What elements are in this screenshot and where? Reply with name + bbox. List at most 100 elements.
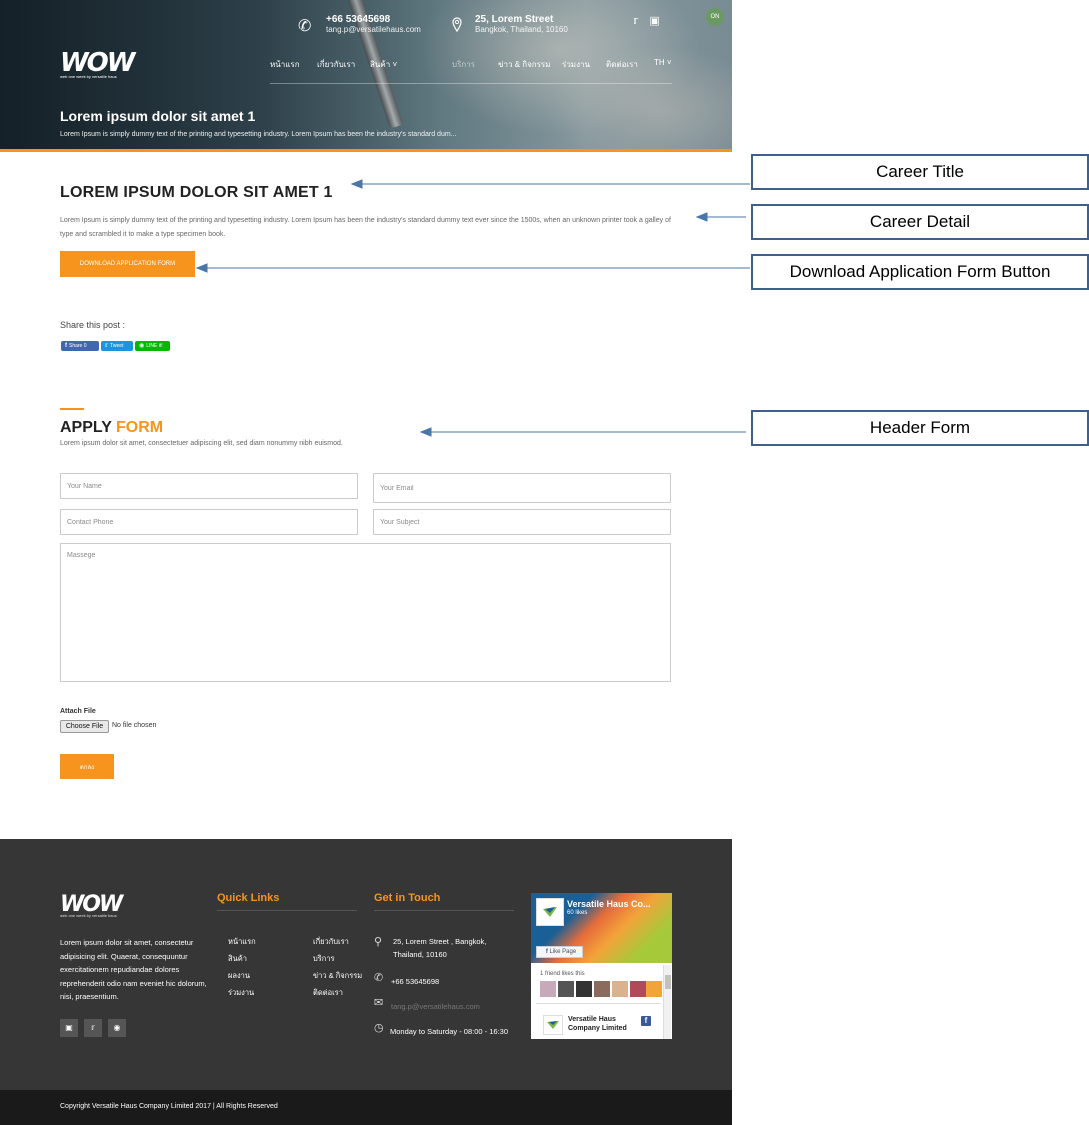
nav-item-contact[interactable]: ติดต่อเรา — [606, 58, 638, 71]
footer-hours: Monday to Saturday - 08:00 - 16:30 — [390, 1027, 508, 1036]
message-textarea[interactable] — [60, 543, 671, 682]
line-share-label: LINE it! — [146, 343, 163, 349]
nav-item-home[interactable]: หน้าแรก — [270, 58, 300, 71]
footer-link-portfolio[interactable]: ผลงาน — [228, 970, 250, 982]
facebook-share-label: Share 0 — [69, 343, 87, 349]
twitter-icon: 𝕣 — [105, 343, 109, 349]
header-address-line1: 25, Lorem Street — [475, 14, 554, 25]
instagram-icon[interactable]: ▣ — [649, 15, 659, 27]
phone-input[interactable] — [60, 509, 358, 535]
footer-logo[interactable]: WOW web one week by versatile haus — [60, 892, 123, 918]
facebook-like-page-button[interactable]: f Like Page — [536, 946, 583, 958]
footer-link-about[interactable]: เกี่ยวกับเรา — [313, 936, 349, 948]
download-application-form-button[interactable]: DOWNLOAD APPLICATION FORM — [60, 251, 195, 277]
career-detail: Lorem Ipsum is simply dummy text of the … — [60, 217, 671, 238]
hero-subtitle: Lorem Ipsum is simply dummy text of the … — [60, 131, 457, 138]
form-subtitle: Lorem ipsum dolor sit amet, consectetuer… — [60, 440, 343, 447]
header-email[interactable]: tang.p@versatilehaus.com — [326, 25, 421, 34]
envelope-icon: ✉ — [374, 997, 384, 1009]
twitter-icon[interactable]: 𝕣 — [84, 1019, 102, 1037]
header-phone-block: +66 53645698 tang.p@versatilehaus.com — [326, 14, 421, 34]
footer-address: 25, Lorem Street , Bangkok, Thailand, 10… — [393, 935, 486, 961]
user-badge[interactable]: ON — [706, 8, 724, 26]
annotation-career-detail: Career Detail — [751, 204, 1089, 240]
clock-icon: ◷ — [374, 1022, 384, 1034]
copyright-bar: Copyright Versatile Haus Company Limited… — [0, 1090, 732, 1125]
friend-avatar[interactable] — [612, 981, 628, 997]
facebook-post-author[interactable]: Versatile Haus Company Limited — [568, 1015, 643, 1033]
facebook-friend-text: 1 friend likes this — [540, 971, 585, 977]
facebook-icon[interactable]: f — [641, 1016, 651, 1026]
instagram-icon[interactable]: ▣ — [60, 1019, 78, 1037]
facebook-widget-scrollbar[interactable] — [663, 965, 671, 1039]
choose-file-button[interactable]: Choose File — [60, 720, 109, 733]
facebook-page-avatar[interactable] — [536, 898, 564, 926]
nav-language-label: TH — [654, 58, 665, 67]
company-logo-icon — [543, 907, 557, 917]
tweet-label: Tweet — [110, 343, 124, 349]
annotation-download-button: Download Application Form Button — [751, 254, 1089, 290]
form-title-part1: APPLY — [60, 419, 117, 436]
twitter-icon[interactable]: 𝕣 — [633, 15, 638, 27]
nav-item-about[interactable]: เกี่ยวกับเรา — [317, 58, 355, 71]
footer-link-contact[interactable]: ติดต่อเรา — [313, 987, 343, 999]
nav-item-language[interactable]: TH ˅ — [654, 58, 672, 67]
email-input[interactable] — [373, 473, 671, 503]
footer-link-careers[interactable]: ร่วมงาน — [228, 987, 254, 999]
friend-avatar[interactable] — [558, 981, 574, 997]
hero-banner: WOW web one week by versatile haus ✆ +66… — [0, 0, 732, 152]
apply-form-header: APPLY FORM — [60, 419, 163, 437]
location-pin-icon — [452, 17, 462, 33]
no-file-text: No file chosen — [112, 722, 157, 729]
footer-link-products[interactable]: สินค้า — [228, 953, 247, 965]
friend-avatar[interactable] — [630, 981, 646, 997]
facebook-page-name[interactable]: Versatile Haus Co... — [567, 899, 651, 909]
phone-icon: ✆ — [374, 972, 384, 984]
friend-avatar[interactable] — [594, 981, 610, 997]
header-address-block: 25, Lorem Street Bangkok, Thailand, 1016… — [475, 14, 568, 34]
website-page: WOW web one week by versatile haus ✆ +66… — [0, 0, 732, 1125]
facebook-page-widget[interactable]: Versatile Haus Co... 60 likes f Like Pag… — [531, 893, 672, 1039]
footer-logo-tagline: web one week by versatile haus — [60, 913, 117, 918]
line-icon[interactable]: ◉ — [108, 1019, 126, 1037]
share-label: Share this post : — [60, 320, 126, 330]
friend-avatar[interactable] — [576, 981, 592, 997]
site-logo[interactable]: WOW web one week by versatile haus — [60, 48, 135, 79]
company-logo-icon — [547, 1021, 559, 1029]
facebook-post-avatar[interactable] — [543, 1015, 563, 1035]
scrollbar-thumb[interactable] — [665, 975, 671, 989]
subject-input[interactable] — [373, 509, 671, 535]
site-footer: WOW web one week by versatile haus Lorem… — [0, 839, 732, 1090]
tweet-button[interactable]: 𝕣 Tweet — [101, 341, 133, 351]
footer-email[interactable]: tang.p@versatilehaus.com — [391, 1000, 480, 1013]
header-address-line2: Bangkok, Thailand, 10160 — [475, 25, 568, 34]
get-in-touch-divider — [374, 910, 514, 911]
like-page-label: Like Page — [549, 949, 577, 955]
form-accent-line — [60, 408, 84, 410]
facebook-divider — [536, 1003, 661, 1004]
nav-item-news[interactable]: ข่าว & กิจกรรม — [498, 58, 550, 71]
facebook-icon: f — [65, 343, 67, 349]
copyright-text: Copyright Versatile Haus Company Limited… — [60, 1103, 278, 1110]
nav-item-careers[interactable]: ร่วมงาน — [562, 58, 590, 71]
friend-avatar[interactable] — [540, 981, 556, 997]
line-share-button[interactable]: ◉ LINE it! — [135, 341, 170, 351]
footer-link-news[interactable]: ข่าว & กิจกรรม — [313, 970, 362, 982]
facebook-share-button[interactable]: f Share 0 — [61, 341, 99, 351]
chevron-down-icon: ˅ — [666, 58, 672, 67]
nav-item-services[interactable]: บริการ — [452, 58, 475, 71]
submit-button[interactable]: ตกลง — [60, 754, 114, 779]
footer-address-line1: 25, Lorem Street , Bangkok, — [393, 937, 487, 946]
logo-tagline: web one week by versatile haus — [60, 74, 117, 79]
line-icon: ◉ — [139, 343, 145, 349]
friend-avatar[interactable] — [646, 981, 662, 997]
footer-address-line2: Thailand, 10160 — [393, 950, 447, 959]
quick-links-title: Quick Links — [217, 892, 280, 904]
nav-item-products[interactable]: สินค้า ˅ — [370, 58, 397, 71]
nav-divider — [270, 83, 672, 84]
footer-link-home[interactable]: หน้าแรก — [228, 936, 256, 948]
facebook-page-likes: 60 likes — [567, 910, 588, 916]
name-input[interactable] — [60, 473, 358, 499]
footer-link-services[interactable]: บริการ — [313, 953, 335, 965]
phone-icon: ✆ — [298, 18, 312, 35]
